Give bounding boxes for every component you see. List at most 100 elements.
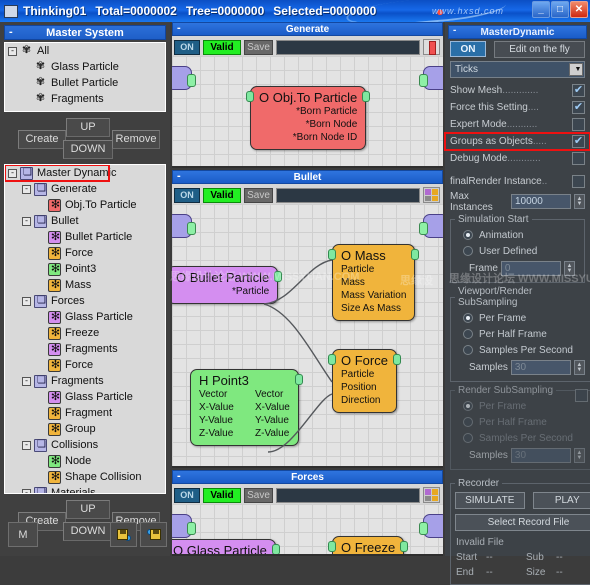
node-port-pair[interactable]: Z-ValueZ-Value [199,427,290,440]
editor-name-input[interactable] [276,40,420,55]
max-instances-input[interactable]: 10000 [511,194,571,209]
remove-button[interactable]: Remove [112,130,160,149]
node-o-obj-to-particle[interactable]: O Obj.To Particle*Born Particle*Born Nod… [250,86,366,150]
editor-name-input[interactable] [276,188,420,203]
editor-on-button[interactable]: ON [174,40,200,55]
radio-per-half-frame[interactable]: Per Half Frame [455,414,590,430]
checkbox-toggle[interactable] [572,101,585,114]
tree-item-generate[interactable]: -Generate [5,181,165,197]
tree-item-materials[interactable]: -Materials [5,485,165,494]
radio-dot[interactable] [463,246,473,256]
tree-item-force[interactable]: Force [5,245,165,261]
mode-select[interactable]: Ticks ▼ [450,61,585,78]
radio-per-half-frame[interactable]: Per Half Frame [455,326,590,342]
checkbox-row-finalrender-instance[interactable]: finalRender Instance.. [445,173,590,190]
canvas-output-port[interactable] [423,514,443,538]
node-input-port[interactable]: Mass Variation [341,289,406,302]
checkbox-row-debug-mode[interactable]: Debug Mode............ [445,150,590,167]
tree-collapse-icon[interactable]: - [22,489,31,495]
editor-canvas[interactable]: O Glass ParticleO FreezeParticle [172,504,443,554]
editor-save-button[interactable]: Save [244,488,273,503]
tree-item-all[interactable]: -All [5,43,165,59]
node-pin-right[interactable] [400,541,408,552]
radio-samples-per-second[interactable]: Samples Per Second [455,342,590,358]
canvas-output-port[interactable] [423,66,443,90]
tree-item-group[interactable]: Group [5,421,165,437]
node-output-port[interactable]: *Born Particle [259,105,357,118]
tree-item-bullet-particle[interactable]: Bullet Particle [5,229,165,245]
node-output-port[interactable]: *Born Node [259,118,357,131]
tree-item-glass-particle[interactable]: Glass Particle [5,389,165,405]
radio-dot[interactable] [463,401,473,411]
node-pin-left[interactable] [328,249,336,260]
radio-dot[interactable] [463,345,473,355]
editor-valid-button[interactable]: Valid [203,488,241,503]
properties-collapse-icon[interactable]: - [453,25,456,36]
editor-valid-button[interactable]: Valid [203,188,241,203]
tree-item-glass-particle[interactable]: Glass Particle [5,309,165,325]
checkbox-row-groups-as-objects[interactable]: Groups as Objects..... [445,133,590,150]
maximize-button[interactable]: □ [551,1,569,18]
radio-per-frame[interactable]: Per Frame [455,398,590,414]
up-button[interactable]: UP [66,118,110,137]
master-system-header[interactable]: - Master System [4,25,166,40]
play-button[interactable]: PLAY [533,492,590,509]
tree-item-fragments[interactable]: Fragments [5,341,165,357]
tree-item-bullet[interactable]: -Bullet [5,213,165,229]
layout-icon[interactable] [423,487,440,503]
node-pin-right[interactable] [274,271,282,282]
viewport-samples-stepper[interactable]: ▲▼ [574,360,585,375]
render-samples-stepper[interactable]: ▲▼ [574,448,585,463]
frame-stepper[interactable]: ▲▼ [564,261,575,276]
frame-input[interactable]: 0 [501,261,561,276]
checkbox-toggle[interactable] [572,175,585,188]
checkbox-row-show-mesh[interactable]: Show Mesh............. [445,82,590,99]
node-pin-left[interactable] [328,354,336,365]
editor-collapse-icon[interactable]: - [177,22,181,34]
up-button-2[interactable]: UP [66,500,110,519]
editor-titlebar-generate[interactable]: -Generate [172,22,443,36]
editor-collapse-icon[interactable]: - [177,470,181,482]
canvas-input-port[interactable] [172,66,192,90]
node-output-port[interactable]: *Particle [176,285,269,298]
node-pin-left[interactable] [246,91,254,102]
tree-collapse-icon[interactable]: - [22,297,31,306]
radio-samples-per-second[interactable]: Samples Per Second [455,430,590,446]
master-system-collapse-icon[interactable]: - [9,26,13,39]
record-icon[interactable] [423,39,440,55]
m-button[interactable]: M [8,522,38,547]
editor-canvas[interactable]: O Obj.To Particle*Born Particle*Born Nod… [172,56,443,166]
node-port-pair[interactable]: Y-ValueY-Value [199,414,290,427]
node-input-port[interactable]: Size As Mass [341,302,406,315]
node-o-mass[interactable]: O MassParticleMassMass VariationSize As … [332,244,415,321]
editor-collapse-icon[interactable]: - [177,170,181,182]
checkbox-row-expert-mode[interactable]: Expert Mode........... [445,116,590,133]
tree-item-master-dynamic[interactable]: -Master Dynamic [5,165,109,181]
node-input-port[interactable]: Mass [341,276,406,289]
editor-titlebar-forces[interactable]: -Forces [172,470,443,484]
canvas-input-port[interactable] [172,214,192,238]
checkbox-row-force-this-setting[interactable]: Force this Setting.... [445,99,590,116]
canvas-output-port[interactable] [423,214,443,238]
down-button[interactable]: DOWN [63,140,113,159]
checkbox-toggle[interactable] [572,135,585,148]
radio-per-frame[interactable]: Per Frame [455,310,590,326]
tree-item-node[interactable]: Node [5,453,165,469]
node-input-port[interactable]: Particle [341,368,388,381]
tree-collapse-icon[interactable]: - [8,47,17,56]
tree-collapse-icon[interactable]: - [22,217,31,226]
editor-save-button[interactable]: Save [244,188,273,203]
tree-item-fragments[interactable]: -Fragments [5,373,165,389]
render-subsampling-enable-checkbox[interactable] [575,389,588,402]
node-pin-right[interactable] [393,354,401,365]
radio-dot[interactable] [463,417,473,427]
checkbox-toggle[interactable] [572,84,585,97]
node-pin-right[interactable] [272,544,280,554]
radio-dot[interactable] [463,433,473,443]
close-button[interactable]: ✕ [570,1,588,18]
create-button[interactable]: Create [18,130,66,149]
radio-dot[interactable] [463,313,473,323]
radio-dot[interactable] [463,329,473,339]
tree-item-point3[interactable]: Point3 [5,261,165,277]
tree-item-fragment[interactable]: Fragment [5,405,165,421]
